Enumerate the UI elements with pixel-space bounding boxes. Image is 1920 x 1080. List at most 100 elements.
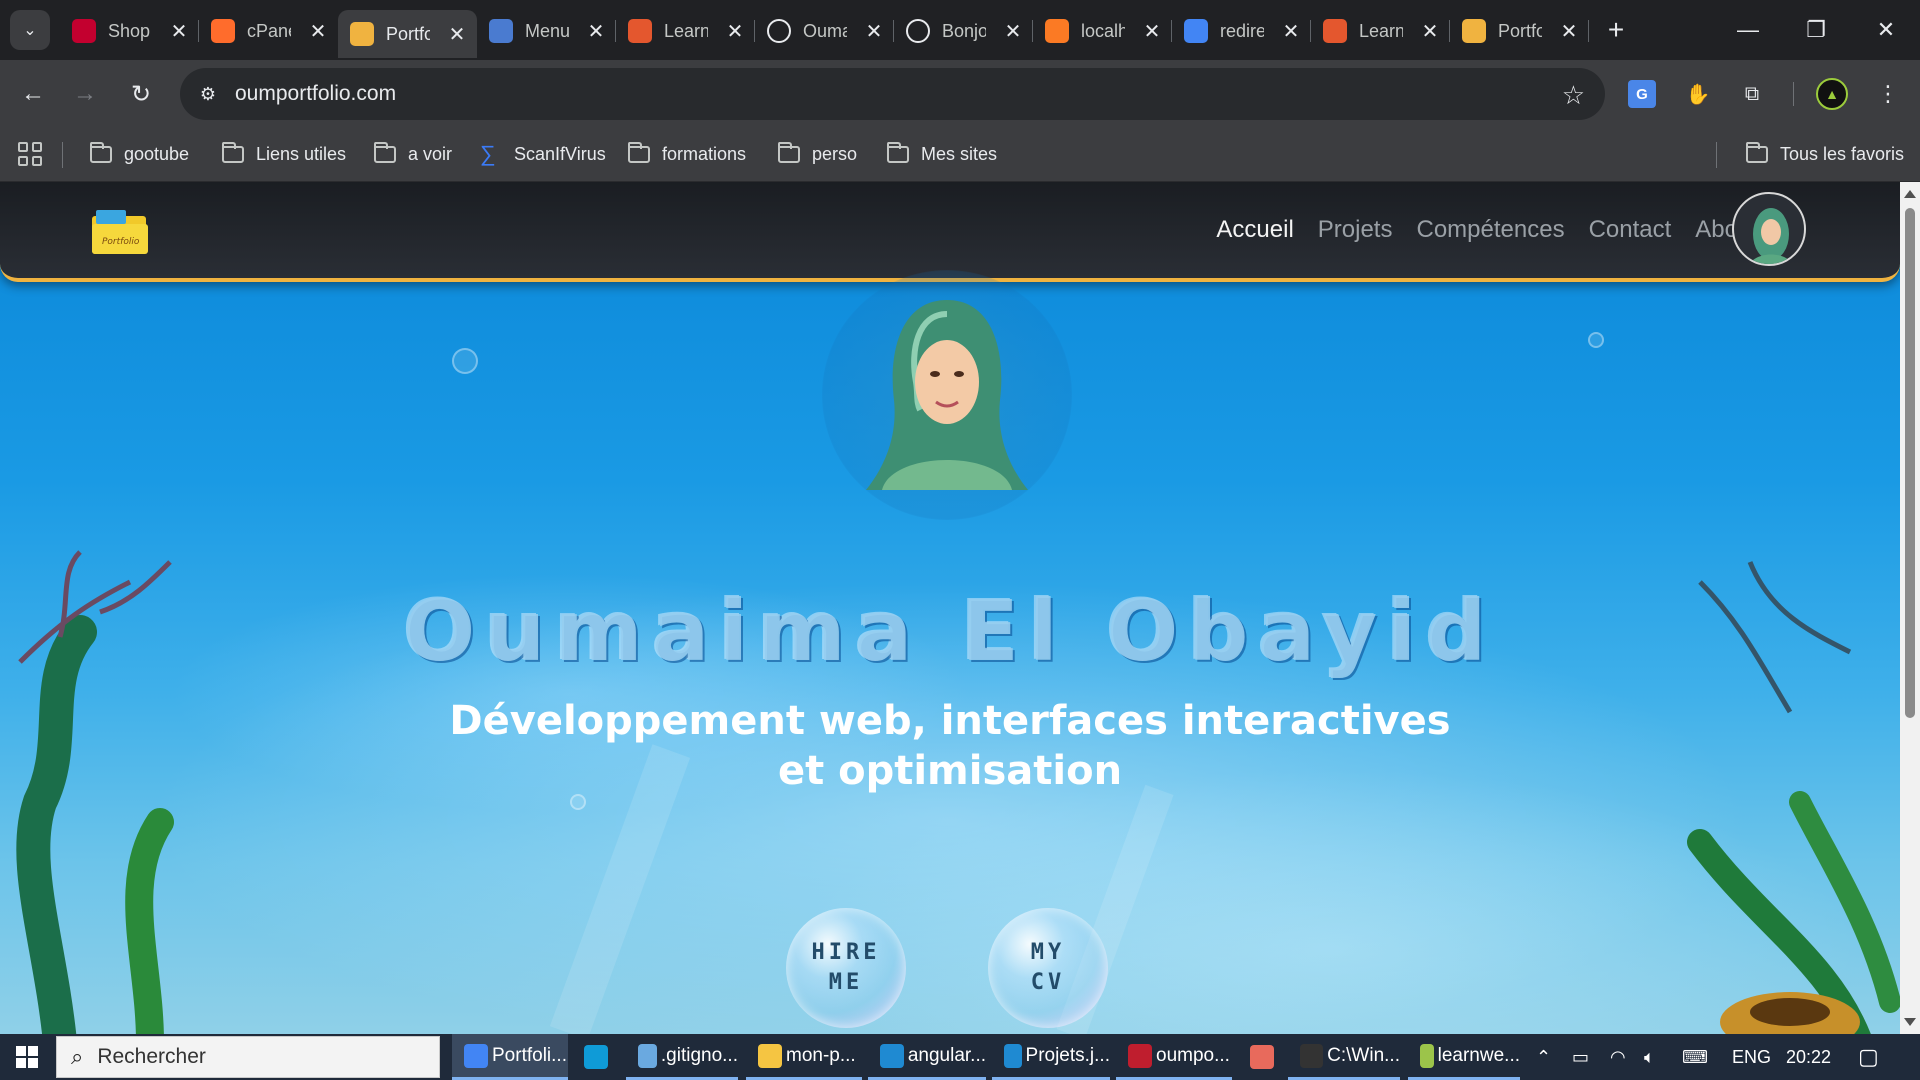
bookmark-folder-perso[interactable]: perso	[778, 140, 857, 168]
language-indicator[interactable]: ENG	[1732, 1034, 1771, 1080]
close-window-button[interactable]: ✕	[1852, 0, 1920, 60]
taskbar-app[interactable]	[1238, 1034, 1284, 1080]
taskbar-app[interactable]: oumpo...	[1116, 1034, 1232, 1080]
tab-close-icon[interactable]: ✕	[1142, 19, 1162, 44]
nav-link-1[interactable]: Projets	[1318, 216, 1393, 244]
bookmark-folder-a-voir[interactable]: a voir	[374, 140, 452, 168]
reload-button[interactable]: ↻	[122, 75, 160, 113]
bookmark-folder-gootube[interactable]: gootube	[90, 140, 189, 168]
start-button[interactable]	[0, 1034, 54, 1080]
bookmark-label: Mes sites	[921, 143, 998, 164]
restore-button[interactable]: ❐	[1782, 0, 1850, 60]
tab-close-icon[interactable]: ✕	[586, 19, 606, 44]
scanifvirus-icon: ∑	[480, 141, 496, 166]
browser-tab[interactable]: Bonjour ✕	[894, 10, 1033, 52]
portfolio-logo[interactable]: Portfolio	[88, 206, 150, 256]
bookmark-label: Tous les favoris	[1780, 143, 1905, 164]
volume-icon[interactable]: 🔈︎	[1644, 1034, 1655, 1080]
wifi-icon[interactable]: ◠	[1610, 1034, 1626, 1080]
small-bubble	[452, 348, 478, 374]
tab-search-button[interactable]: ⌄	[10, 10, 50, 50]
clock[interactable]: 20:22	[1786, 1034, 1831, 1080]
bookmark-scanifvirus[interactable]: ∑ ScanIfVirus	[480, 140, 606, 168]
taskbar-app-label: oumpo...	[1156, 1044, 1230, 1066]
show-hidden-icons[interactable]: ⌃	[1536, 1034, 1551, 1080]
hire-me-button[interactable]: HIRE ME	[786, 908, 906, 1028]
site-info-icon[interactable]: ⚙	[196, 82, 220, 106]
tab-title: Menu	[525, 20, 569, 41]
bookmark-star-icon[interactable]: ☆	[1562, 80, 1585, 111]
edge-icon	[584, 1045, 608, 1069]
tab-close-icon[interactable]: ✕	[1559, 19, 1579, 44]
taskbar-app[interactable]: mon-p...	[746, 1034, 862, 1080]
taskbar-app[interactable]: angular...	[868, 1034, 986, 1080]
nav-link-0[interactable]: Accueil	[1216, 216, 1293, 244]
scrollbar-thumb[interactable]	[1905, 208, 1915, 718]
keyboard-icon[interactable]: ⌨	[1682, 1034, 1708, 1080]
address-bar[interactable]: ⚙ oumportfolio.com ☆	[180, 68, 1605, 120]
tab-close-icon[interactable]: ✕	[169, 19, 189, 44]
menu-kebab-icon[interactable]: ⋮	[1872, 78, 1904, 110]
tab-close-icon[interactable]: ✕	[1003, 19, 1023, 44]
taskbar-app[interactable]: Projets.j...	[992, 1034, 1110, 1080]
openai-icon	[906, 19, 930, 43]
paint-icon	[1250, 1045, 1274, 1069]
tab-close-icon[interactable]: ✕	[725, 19, 745, 44]
browser-tab[interactable]: cPanel ✕	[199, 10, 338, 52]
battery-icon[interactable]: ▭	[1572, 1034, 1589, 1080]
bookmark-label: formations	[662, 143, 747, 164]
apps-grid-icon[interactable]	[18, 142, 42, 166]
tab-title: Portfolio	[1498, 20, 1542, 41]
taskbar-app[interactable]: .gitigno...	[626, 1034, 738, 1080]
browser-tab[interactable]: redirect ✕	[1172, 10, 1311, 52]
translate-extension-icon[interactable]: G	[1628, 80, 1656, 108]
taskbar-app[interactable]: C:\Win...	[1288, 1034, 1400, 1080]
app-icon	[1420, 1043, 1434, 1068]
nav-link-2[interactable]: Compétences	[1416, 216, 1564, 244]
nav-link-3[interactable]: Contact	[1589, 216, 1672, 244]
search-icon: ⌕	[71, 1044, 84, 1069]
browser-tab[interactable]: Learn ✕	[1311, 10, 1450, 52]
forward-button[interactable]: →	[66, 75, 104, 113]
bookmark-folder-formations[interactable]: formations	[628, 140, 746, 168]
profile-avatar-icon[interactable]: ▲	[1816, 78, 1848, 110]
bookmark-folder-mes-sites[interactable]: Mes sites	[887, 140, 997, 168]
scroll-down-arrow-icon[interactable]	[1904, 1018, 1916, 1026]
url-text[interactable]: oumportfolio.com	[235, 82, 396, 106]
taskbar-search-box[interactable]: ⌕ Rechercher	[56, 1036, 440, 1078]
notifications-icon[interactable]: ▢	[1858, 1034, 1879, 1080]
browser-tab[interactable]: localhost ✕	[1033, 10, 1172, 52]
extension-icon[interactable]: ✋	[1682, 78, 1714, 110]
folder-icon	[887, 141, 909, 163]
taskbar-app[interactable]	[572, 1034, 622, 1080]
page-scrollbar[interactable]	[1900, 182, 1920, 1034]
browser-tab[interactable]: Shop ✕	[60, 10, 199, 52]
tab-close-icon[interactable]: ✕	[864, 19, 884, 44]
tab-title: Learn	[664, 20, 708, 41]
tab-close-icon[interactable]: ✕	[308, 19, 328, 44]
browser-tab[interactable]: Learn ✕	[616, 10, 755, 52]
taskbar-app[interactable]: learnwe...	[1408, 1034, 1520, 1080]
extensions-puzzle-icon[interactable]: ⧉	[1736, 78, 1768, 110]
google-icon	[1184, 19, 1208, 43]
scroll-up-arrow-icon[interactable]	[1904, 190, 1916, 198]
my-cv-button[interactable]: MY CV	[988, 908, 1108, 1028]
all-favorites-folder[interactable]: Tous les favoris	[1746, 140, 1904, 168]
taskbar-app[interactable]: Portfoli...	[452, 1034, 568, 1080]
minimize-button[interactable]: —	[1714, 0, 1782, 60]
browser-tab[interactable]: Portfolio ✕	[338, 10, 477, 58]
restore-icon: ❐	[1806, 17, 1826, 42]
my-cv-label: MY CV	[1030, 940, 1066, 995]
tab-title: Oumaima	[803, 20, 847, 41]
new-tab-button[interactable]: +	[1600, 12, 1632, 48]
tab-close-icon[interactable]: ✕	[1420, 19, 1440, 44]
back-button[interactable]: ←	[14, 75, 52, 113]
tab-close-icon[interactable]: ✕	[447, 22, 467, 47]
browser-tab[interactable]: Menu ✕	[477, 10, 616, 52]
browser-tab[interactable]: Oumaima ✕	[755, 10, 894, 52]
browser-tab[interactable]: Portfolio ✕	[1450, 10, 1589, 52]
nav-profile-avatar[interactable]	[1732, 192, 1806, 266]
hero-subtitle: Développement web, interfaces interactiv…	[449, 698, 1451, 794]
tab-close-icon[interactable]: ✕	[1281, 19, 1301, 44]
bookmark-folder-liens-utiles[interactable]: Liens utiles	[222, 140, 346, 168]
